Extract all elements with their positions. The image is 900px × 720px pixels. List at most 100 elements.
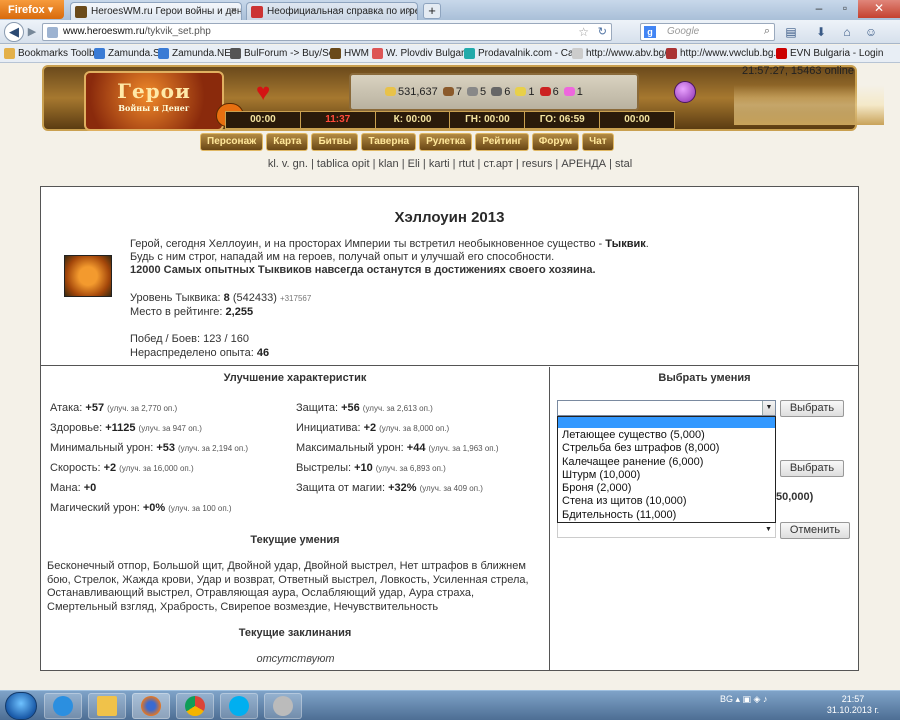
dropdown-option[interactable]: Калечащее ранение (6,000) [562,456,775,469]
dropdown-option[interactable]: Штурм (10,000) [562,469,775,482]
ie-taskbar-button[interactable] [44,693,82,719]
menu-tavern[interactable]: Таверна [361,133,417,151]
bookmark-label: BulForum -> Buy/Sell [244,48,339,59]
forward-button[interactable]: ▶ [25,25,39,39]
close-tab-icon[interactable]: × [231,5,237,17]
skill-select-1[interactable]: ▼ [557,400,776,416]
skype-taskbar-button[interactable] [220,693,258,719]
menu-character[interactable]: Персонаж [200,133,264,151]
chevron-down-icon[interactable]: ▼ [762,523,775,537]
reload-icon[interactable]: ↻ [598,25,607,38]
stat-magic-damage[interactable]: Магический урон: +0% (улуч. за 100 оп.) [50,502,232,514]
minimize-icon[interactable]: – [806,0,832,18]
dropdown-option[interactable]: Броня (2,000) [562,482,775,495]
bookmark-item[interactable]: EVN Bulgaria - Login [776,48,883,59]
evn-icon [776,48,787,59]
close-tab-icon[interactable]: × [407,5,413,17]
site-identity-icon[interactable] [47,27,58,38]
gold-amount: 531,637 [398,86,438,98]
bookmark-item[interactable]: HWM [330,48,369,59]
bookmarks-menu-icon[interactable]: ▤ [782,24,800,40]
maximize-icon[interactable]: ▫ [832,0,858,18]
skill-dropdown-list[interactable]: Летающее существо (5,000) Стрельба без ш… [557,416,776,523]
new-tab-button[interactable]: + [423,3,441,19]
firefox-taskbar-button[interactable] [132,693,170,719]
custom-links[interactable]: kl. v. gn. | tablica opit | klan | Eli |… [0,158,900,170]
bookmark-item[interactable]: Zamunda.SE [94,48,166,59]
close-window-icon[interactable]: ✕ [858,0,900,18]
taskbar-clock[interactable]: 21:57 31.10.2013 г. [818,694,888,716]
mercury-icon [491,87,503,96]
bookmark-star-icon[interactable]: ☆ [578,25,589,39]
home-icon[interactable]: ⌂ [838,24,856,40]
stat-health[interactable]: Здоровье: +1125 (улуч. за 947 оп.) [50,422,202,434]
tab-heroeswm[interactable]: HeroesWM.ru Герои войны и денег. ... × [70,2,242,20]
bookmark-label: http://www.vwclub.bg... [680,48,782,59]
bookmark-item[interactable]: http://www.abv.bg/ [572,48,667,59]
cancel-button[interactable]: Отменить [780,522,850,539]
select-button-1[interactable]: Выбрать [780,400,844,417]
timer: 00:00 [624,114,650,125]
dropdown-option[interactable]: Бдительность (11,000) [562,509,775,522]
url-bar[interactable]: www.heroeswm.ru/tykvik_set.php ☆ ↻ [42,23,612,41]
menu-map[interactable]: Карта [266,133,309,151]
heart-icon[interactable]: ♥ [256,81,270,105]
hwm-icon [330,48,341,59]
stat-max-damage[interactable]: Максимальный урон: +44 (улуч. за 1,963 оп… [296,442,499,454]
download-icon[interactable]: ⬇ [812,24,830,40]
crystal-icon [539,87,551,96]
menu-rating[interactable]: Рейтинг [475,133,529,151]
app-taskbar-button[interactable] [264,693,302,719]
search-icon[interactable]: ⌕ [764,25,770,38]
stat-speed[interactable]: Скорость: +2 (улуч. за 16,000 оп.) [50,462,194,474]
timer-k: К: 00:00 [376,112,451,128]
dropdown-option[interactable]: Летающее существо (5,000) [562,429,775,442]
description: Герой, сегодня Хеллоуин, и на просторах … [130,238,850,277]
bookmark-item[interactable]: Zamunda.NET [158,48,237,59]
bookmark-item[interactable]: W. Plovdiv Bulgaria [372,48,472,59]
explorer-taskbar-button[interactable] [88,693,126,719]
menu-roulette[interactable]: Рулетка [419,133,473,151]
game-header: Герои Войны и Денег ♥ 531,637 7 5 6 1 6 … [0,63,900,175]
language-indicator[interactable]: BG ▴ ▣ ◈ ♪ [720,694,767,705]
chrome-taskbar-button[interactable] [176,693,214,719]
chevron-down-icon[interactable]: ▼ [762,401,775,415]
stat-min-damage[interactable]: Минимальный урон: +53 (улуч. за 2,194 оп.… [50,442,248,454]
dropdown-option[interactable]: Стрельба без штрафов (8,000) [562,442,775,455]
desc-text: Герой, сегодня Хеллоуин, и на просторах … [130,238,606,250]
bookmark-item[interactable]: BulForum -> Buy/Sell [230,48,339,59]
stat-magic-defense[interactable]: Защита от магии: +32% (улуч. за 409 оп.) [296,482,483,494]
stat-initiative[interactable]: Инициатива: +2 (улуч. за 8,000 оп.) [296,422,449,434]
potion-icon[interactable] [674,81,696,103]
game-logo[interactable]: Герои Войны и Денег [84,71,224,131]
select-button-2[interactable]: Выбрать [780,460,844,477]
heroeswm-favicon [75,6,87,18]
plovdiv-icon [372,48,383,59]
skill-select-3[interactable]: ▼ [557,522,776,538]
level-next: +317567 [279,294,312,303]
google-icon[interactable]: g [644,26,656,38]
stat-shots[interactable]: Выстрелы: +10 (улуч. за 6,893 оп.) [296,462,446,474]
start-button[interactable] [5,692,37,720]
tab-guide[interactable]: Неофициальная справка по игре Н... × [246,2,418,20]
menu-chat[interactable]: Чат [582,133,614,151]
unspent-row: Нераспределено опыта: 46 [130,347,269,359]
stat-attack[interactable]: Атака: +57 (улуч. за 2,770 оп.) [50,402,177,414]
dropdown-option[interactable]: Стена из щитов (10,000) [562,495,775,508]
bookmark-item[interactable]: Prodavalnik.com - Ca... [464,48,582,59]
menu-battles[interactable]: Битвы [311,133,359,151]
bookmark-item[interactable]: Bookmarks Toolbar [4,48,103,59]
back-button[interactable]: ◀ [4,22,24,42]
timer-gn: ГН: 00:00 [450,112,526,128]
clock-time: 21:57 [841,694,865,704]
firefox-menu-button[interactable]: Firefox ▾ [0,0,64,19]
bookmark-item[interactable]: http://www.vwclub.bg... [666,48,782,59]
gem-amount: 1 [576,86,583,98]
tray-icons[interactable]: ▴ ▣ ◈ ♪ [736,694,768,704]
stat-defense[interactable]: Защита: +56 (улуч. за 2,613 оп.) [296,402,433,414]
stat-mana: Мана: +0 [50,482,97,494]
addon-icon[interactable]: ☺ [862,24,880,40]
menu-forum[interactable]: Форум [531,133,580,151]
search-bar[interactable]: g Google ⌕ [640,23,775,41]
dropdown-highlight[interactable] [558,417,775,428]
